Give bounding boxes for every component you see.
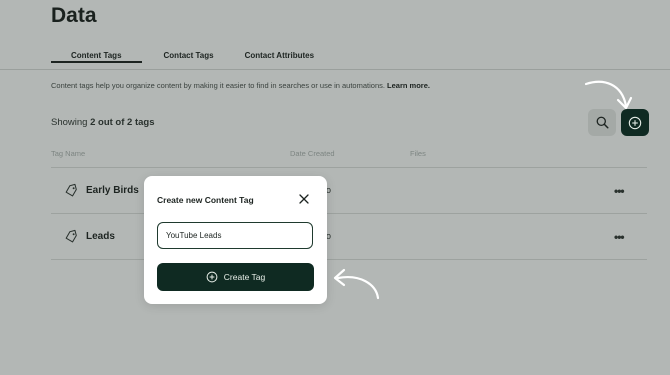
modal-title: Create new Content Tag bbox=[157, 195, 254, 205]
search-icon bbox=[596, 116, 609, 129]
page-title: Data bbox=[51, 4, 97, 27]
tag-icon bbox=[65, 229, 77, 243]
description-text: Content tags help you organize content b… bbox=[51, 81, 385, 90]
close-icon[interactable] bbox=[298, 193, 310, 205]
tab-contact-tags[interactable]: Contact Tags bbox=[164, 44, 214, 63]
row-divider bbox=[51, 213, 647, 214]
annotation-arrow-bottom bbox=[333, 268, 380, 300]
row-divider bbox=[51, 259, 647, 260]
description: Content tags help you organize content b… bbox=[51, 81, 430, 90]
column-header-date-created: Date Created bbox=[290, 149, 335, 158]
tab-bar: Content Tags Contact Tags Contact Attrib… bbox=[51, 44, 314, 70]
learn-more-link[interactable]: Learn more. bbox=[387, 81, 430, 90]
row-more-menu[interactable]: ••• bbox=[614, 184, 625, 198]
annotation-arrow-top bbox=[584, 80, 633, 110]
create-tag-label: Create Tag bbox=[223, 272, 266, 282]
plus-circle-icon bbox=[628, 116, 642, 129]
plus-circle-icon bbox=[206, 271, 218, 283]
tab-content-tags[interactable]: Content Tags bbox=[51, 44, 142, 63]
tag-name[interactable]: Leads bbox=[86, 231, 115, 242]
summary-count: 2 out of 2 tags bbox=[90, 117, 155, 128]
column-header-tag-name: Tag Name bbox=[51, 149, 86, 158]
column-header-files: Files bbox=[410, 149, 426, 158]
tag-name[interactable]: Early Birds bbox=[86, 185, 139, 196]
tab-divider bbox=[0, 69, 670, 70]
table-header-divider bbox=[51, 167, 647, 168]
create-tag-button[interactable]: Create Tag bbox=[157, 263, 314, 291]
tag-name-input[interactable] bbox=[157, 222, 313, 249]
summary-prefix: Showing bbox=[51, 117, 91, 128]
tag-count-summary: Showing 2 out of 2 tags bbox=[51, 117, 155, 128]
tag-icon bbox=[65, 183, 77, 197]
row-more-menu[interactable]: ••• bbox=[614, 230, 625, 244]
create-tag-modal: Create new Content Tag Create Tag bbox=[144, 176, 327, 304]
tab-contact-attributes[interactable]: Contact Attributes bbox=[245, 44, 314, 63]
